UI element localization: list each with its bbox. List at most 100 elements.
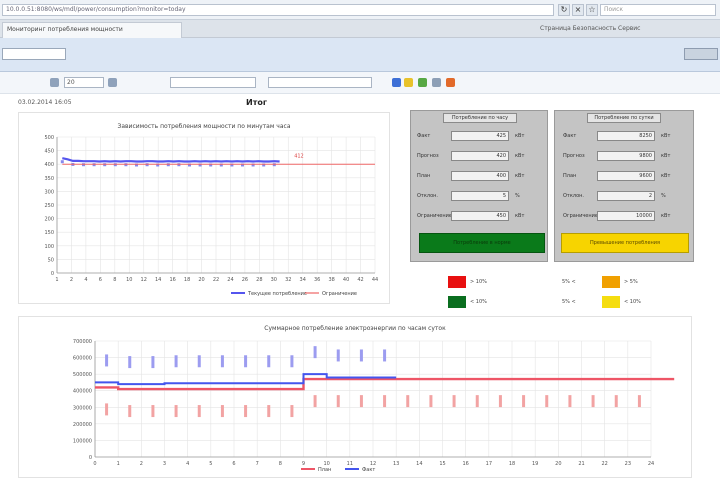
y-tick-label: 400000 xyxy=(73,389,92,395)
export-icon[interactable] xyxy=(418,78,427,87)
row-label: Ограничение xyxy=(563,213,598,219)
x-tick-label: 8 xyxy=(113,277,116,283)
object-input[interactable] xyxy=(268,77,372,88)
settings-icon[interactable] xyxy=(446,78,455,87)
fact-value-marker xyxy=(313,346,317,359)
plan-value-marker xyxy=(568,395,572,408)
fact-value-marker xyxy=(197,355,201,368)
x-tick-label: 38 xyxy=(328,277,334,283)
x-tick-label: 15 xyxy=(439,461,445,467)
refresh-icon[interactable] xyxy=(404,78,413,87)
url-field[interactable]: 10.0.0.51:8080/ws/mdl/power/consumption?… xyxy=(2,4,554,16)
x-tick-label: 42 xyxy=(357,277,363,283)
plan-value-marker xyxy=(244,405,248,418)
x-tick-label: 32 xyxy=(285,277,291,283)
plan-value-marker xyxy=(429,395,433,408)
row-unit: кВт xyxy=(661,213,671,219)
row-value-field: 425 xyxy=(451,131,509,141)
swatch-yellow-label: < 10% xyxy=(624,299,641,305)
day-status-indicator: Превышение потребления xyxy=(561,233,689,253)
x-tick-label: 2 xyxy=(140,461,143,467)
fact-value-marker xyxy=(359,349,363,362)
row-label: План xyxy=(417,173,431,179)
row-label: Отклон. xyxy=(417,193,438,199)
row-unit: % xyxy=(515,193,520,199)
browser-search-input[interactable]: Поиск xyxy=(600,4,716,16)
plan-value-marker xyxy=(475,395,479,408)
swatch-green xyxy=(448,296,466,308)
x-tick-label: 5 xyxy=(209,461,212,467)
legend-label-plan: План xyxy=(318,467,331,473)
data-point xyxy=(60,160,64,164)
daily-chart-panel: Суммарное потребление электроэнергии по … xyxy=(18,316,692,478)
prev-day-icon[interactable] xyxy=(50,78,59,87)
x-tick-label: 2 xyxy=(70,277,73,283)
y-tick-label: 500000 xyxy=(73,372,92,378)
minute-chart: 5004504003503002502001501005001 2 4 6 8 10 12 1… xyxy=(44,135,378,297)
legend-label-fact: Факт xyxy=(362,467,375,473)
y-tick-label: 450 xyxy=(44,149,54,155)
x-tick-label: 1 xyxy=(55,277,58,283)
row-value-field: 9800 xyxy=(597,151,655,161)
daily-chart: 700000 600000 500000 400000 300000 200000 1000… xyxy=(73,339,675,473)
page-title: Итог xyxy=(246,98,268,107)
fact-value-marker xyxy=(220,355,224,368)
data-point xyxy=(177,163,181,167)
x-tick-label: 16 xyxy=(462,461,468,467)
data-point xyxy=(145,163,149,167)
row-value-field: 8250 xyxy=(597,131,655,141)
refresh-icon[interactable]: ↻ xyxy=(558,4,570,16)
favorite-icon[interactable]: ☆ xyxy=(586,4,598,16)
print-icon[interactable] xyxy=(432,78,441,87)
object-selector[interactable] xyxy=(2,48,66,60)
row-unit: кВт xyxy=(515,153,525,159)
y-tick-label: 200 xyxy=(44,217,54,223)
x-tick-label: 20 xyxy=(555,461,561,467)
x-tick-label: 11 xyxy=(347,461,353,467)
x-tick-label: 4 xyxy=(84,277,87,283)
row-value-field: 400 xyxy=(451,171,509,181)
y-tick-label: 400 xyxy=(44,162,54,168)
annotation-label: 412 xyxy=(294,153,304,159)
period-select[interactable] xyxy=(170,77,256,88)
y-tick-label: 700000 xyxy=(73,339,92,345)
swatch-orange-label: > 5% xyxy=(624,279,638,285)
y-tick-label: 300000 xyxy=(73,405,92,411)
x-tick-label: 12 xyxy=(141,277,147,283)
plan-value-marker xyxy=(151,405,155,418)
row-label: Факт xyxy=(417,133,431,139)
current-consumption-line xyxy=(62,157,280,163)
x-tick-label: 21 xyxy=(578,461,584,467)
row-value-field: 420 xyxy=(451,151,509,161)
row-label: Факт xyxy=(563,133,577,139)
browser-command-bar[interactable]: Страница Безопасность Сервис xyxy=(540,23,716,35)
browser-tab[interactable]: Мониторинг потребления мощности xyxy=(2,22,182,38)
x-tick-label: 13 xyxy=(393,461,399,467)
x-tick-label: 14 xyxy=(155,277,161,283)
x-tick-label: 28 xyxy=(256,277,262,283)
row-unit: % xyxy=(661,193,666,199)
date-input[interactable]: 20 xyxy=(64,77,104,88)
swatch-green-label: < 10% xyxy=(470,299,487,305)
plan-value-marker xyxy=(498,395,502,408)
hour-group-title: Потребление по часу xyxy=(443,113,517,123)
swatch-mid-label-1: 5% < xyxy=(562,279,576,285)
swatch-red-label: > 10% xyxy=(470,279,487,285)
plan-value-marker xyxy=(220,405,224,418)
search-icon[interactable] xyxy=(392,78,401,87)
plan-value-marker xyxy=(359,395,363,408)
x-tick-label: 4 xyxy=(186,461,189,467)
fact-value-marker xyxy=(267,355,271,368)
x-tick-label: 19 xyxy=(532,461,538,467)
x-tick-label: 40 xyxy=(343,277,349,283)
row-value-field: 450 xyxy=(451,211,509,221)
next-day-icon[interactable] xyxy=(108,78,117,87)
y-tick-label: 0 xyxy=(51,271,54,277)
fact-value-marker xyxy=(244,355,248,368)
stop-icon[interactable]: × xyxy=(572,4,584,16)
browser-address-bar: 10.0.0.51:8080/ws/mdl/power/consumption?… xyxy=(0,0,720,20)
exit-button[interactable] xyxy=(684,48,718,60)
app-header-bar xyxy=(0,38,720,72)
x-tick-label: 18 xyxy=(184,277,190,283)
swatch-orange xyxy=(602,276,620,288)
